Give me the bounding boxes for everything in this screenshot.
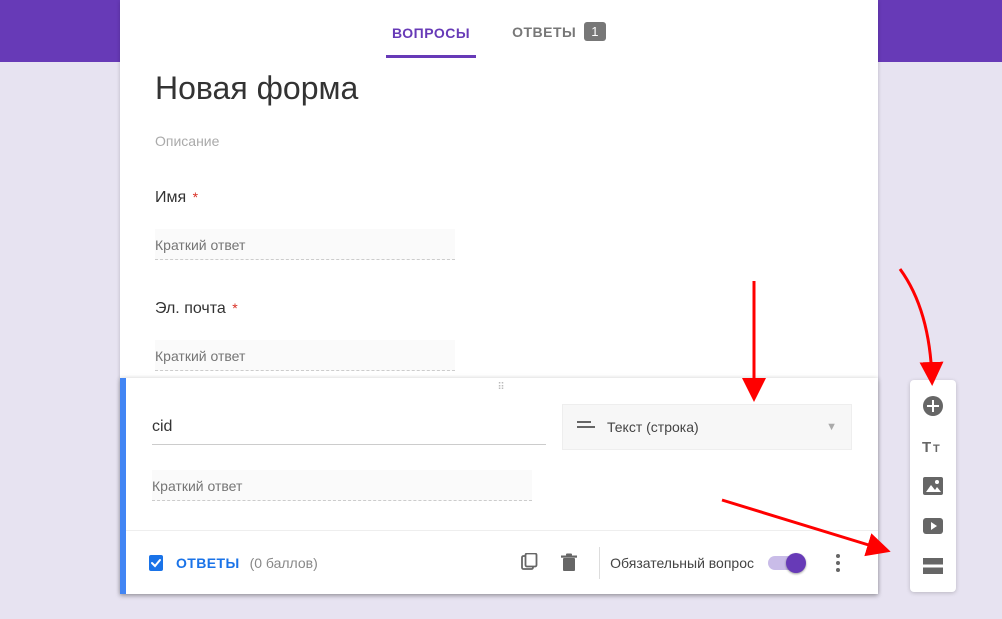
question-block[interactable]: Эл. почта * xyxy=(155,300,843,371)
form-description[interactable]: Описание xyxy=(155,133,843,149)
question-footer: ОТВЕТЫ (0 баллов) Обязательный вопрос xyxy=(126,530,878,594)
active-question-card: ⠿ Текст (строка) ▼ ОТВЕТЫ (0 баллов) xyxy=(120,378,878,594)
tab-answers-label: ОТВЕТЫ xyxy=(512,24,576,40)
answer-key-button[interactable]: ОТВЕТЫ (0 баллов) xyxy=(134,545,330,581)
add-section-button[interactable] xyxy=(910,546,956,586)
video-icon xyxy=(923,518,943,534)
section-icon xyxy=(923,558,943,574)
more-options-button[interactable] xyxy=(818,543,858,583)
clipboard-check-icon xyxy=(146,553,166,573)
drag-handle-icon[interactable]: ⠿ xyxy=(497,382,506,393)
tab-questions[interactable]: ВОПРОСЫ xyxy=(386,7,476,58)
question-block[interactable]: Имя * xyxy=(155,189,843,260)
add-image-button[interactable] xyxy=(910,466,956,506)
duplicate-button[interactable] xyxy=(509,543,549,583)
question-type-label: Текст (строка) xyxy=(607,419,699,435)
required-toggle[interactable] xyxy=(768,556,804,570)
required-toggle-label: Обязательный вопрос xyxy=(610,555,754,571)
required-asterisk: * xyxy=(232,300,237,316)
chevron-down-icon: ▼ xyxy=(826,421,837,433)
form-card: ВОПРОСЫ ОТВЕТЫ 1 Новая форма Описание Им… xyxy=(120,0,878,594)
divider xyxy=(599,547,600,579)
short-answer-placeholder xyxy=(152,470,532,501)
form-body: Новая форма Описание Имя * Эл. почта * xyxy=(120,62,878,371)
tab-answers[interactable]: ОТВЕТЫ 1 xyxy=(506,4,612,58)
tab-answers-badge: 1 xyxy=(584,22,606,41)
arrow-to-add-question xyxy=(900,269,932,380)
add-video-button[interactable] xyxy=(910,506,956,546)
svg-text:T: T xyxy=(933,443,940,455)
short-answer-placeholder xyxy=(155,340,455,371)
answer-key-points: (0 баллов) xyxy=(250,555,318,571)
form-title[interactable]: Новая форма xyxy=(155,62,843,107)
required-asterisk: * xyxy=(193,189,198,205)
kebab-icon xyxy=(836,554,840,572)
toggle-knob xyxy=(786,553,806,573)
question-type-select[interactable]: Текст (строка) ▼ xyxy=(562,404,852,450)
side-toolbox: T T xyxy=(910,380,956,592)
short-answer-placeholder xyxy=(155,229,455,260)
plus-circle-icon xyxy=(922,395,944,417)
delete-button[interactable] xyxy=(549,543,589,583)
add-title-button[interactable]: T T xyxy=(910,426,956,466)
svg-text:T: T xyxy=(922,439,931,455)
tab-questions-label: ВОПРОСЫ xyxy=(392,25,470,41)
tabs: ВОПРОСЫ ОТВЕТЫ 1 xyxy=(120,0,878,62)
question-title-input[interactable] xyxy=(152,410,546,445)
question-label: Эл. почта xyxy=(155,300,226,317)
short-text-icon xyxy=(577,419,595,436)
trash-icon xyxy=(560,553,578,573)
text-icon: T T xyxy=(922,437,944,455)
image-icon xyxy=(923,477,943,495)
copy-icon xyxy=(519,553,539,573)
question-label: Имя xyxy=(155,189,186,206)
answer-key-label: ОТВЕТЫ xyxy=(176,555,240,571)
add-question-button[interactable] xyxy=(910,386,956,426)
